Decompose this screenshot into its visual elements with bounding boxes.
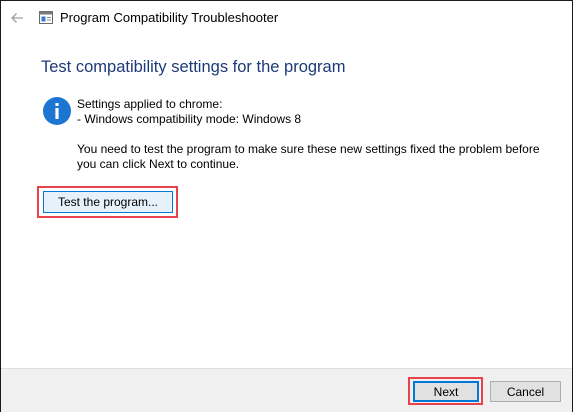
- troubleshooter-window: Program Compatibility Troubleshooter Tes…: [0, 0, 573, 412]
- test-program-button[interactable]: Test the program...: [43, 191, 173, 213]
- title-bar: Program Compatibility Troubleshooter: [1, 1, 572, 35]
- settings-item: - Windows compatibility mode: Windows 8: [77, 112, 302, 126]
- info-icon: [43, 97, 71, 125]
- footer-bar: Next Cancel: [1, 368, 572, 412]
- instruction-text-line1: You need to test the program to make sur…: [77, 142, 540, 156]
- instruction-text-line2: you can click Next to continue.: [77, 157, 240, 171]
- page-heading: Test compatibility settings for the prog…: [41, 58, 346, 76]
- window-title: Program Compatibility Troubleshooter: [60, 10, 279, 25]
- next-button[interactable]: Next: [413, 381, 479, 402]
- settings-header: Settings applied to chrome:: [77, 97, 223, 111]
- back-arrow-icon: [11, 13, 23, 23]
- back-button[interactable]: [7, 8, 27, 28]
- cancel-button[interactable]: Cancel: [490, 381, 561, 402]
- troubleshooter-app-icon: [39, 11, 53, 24]
